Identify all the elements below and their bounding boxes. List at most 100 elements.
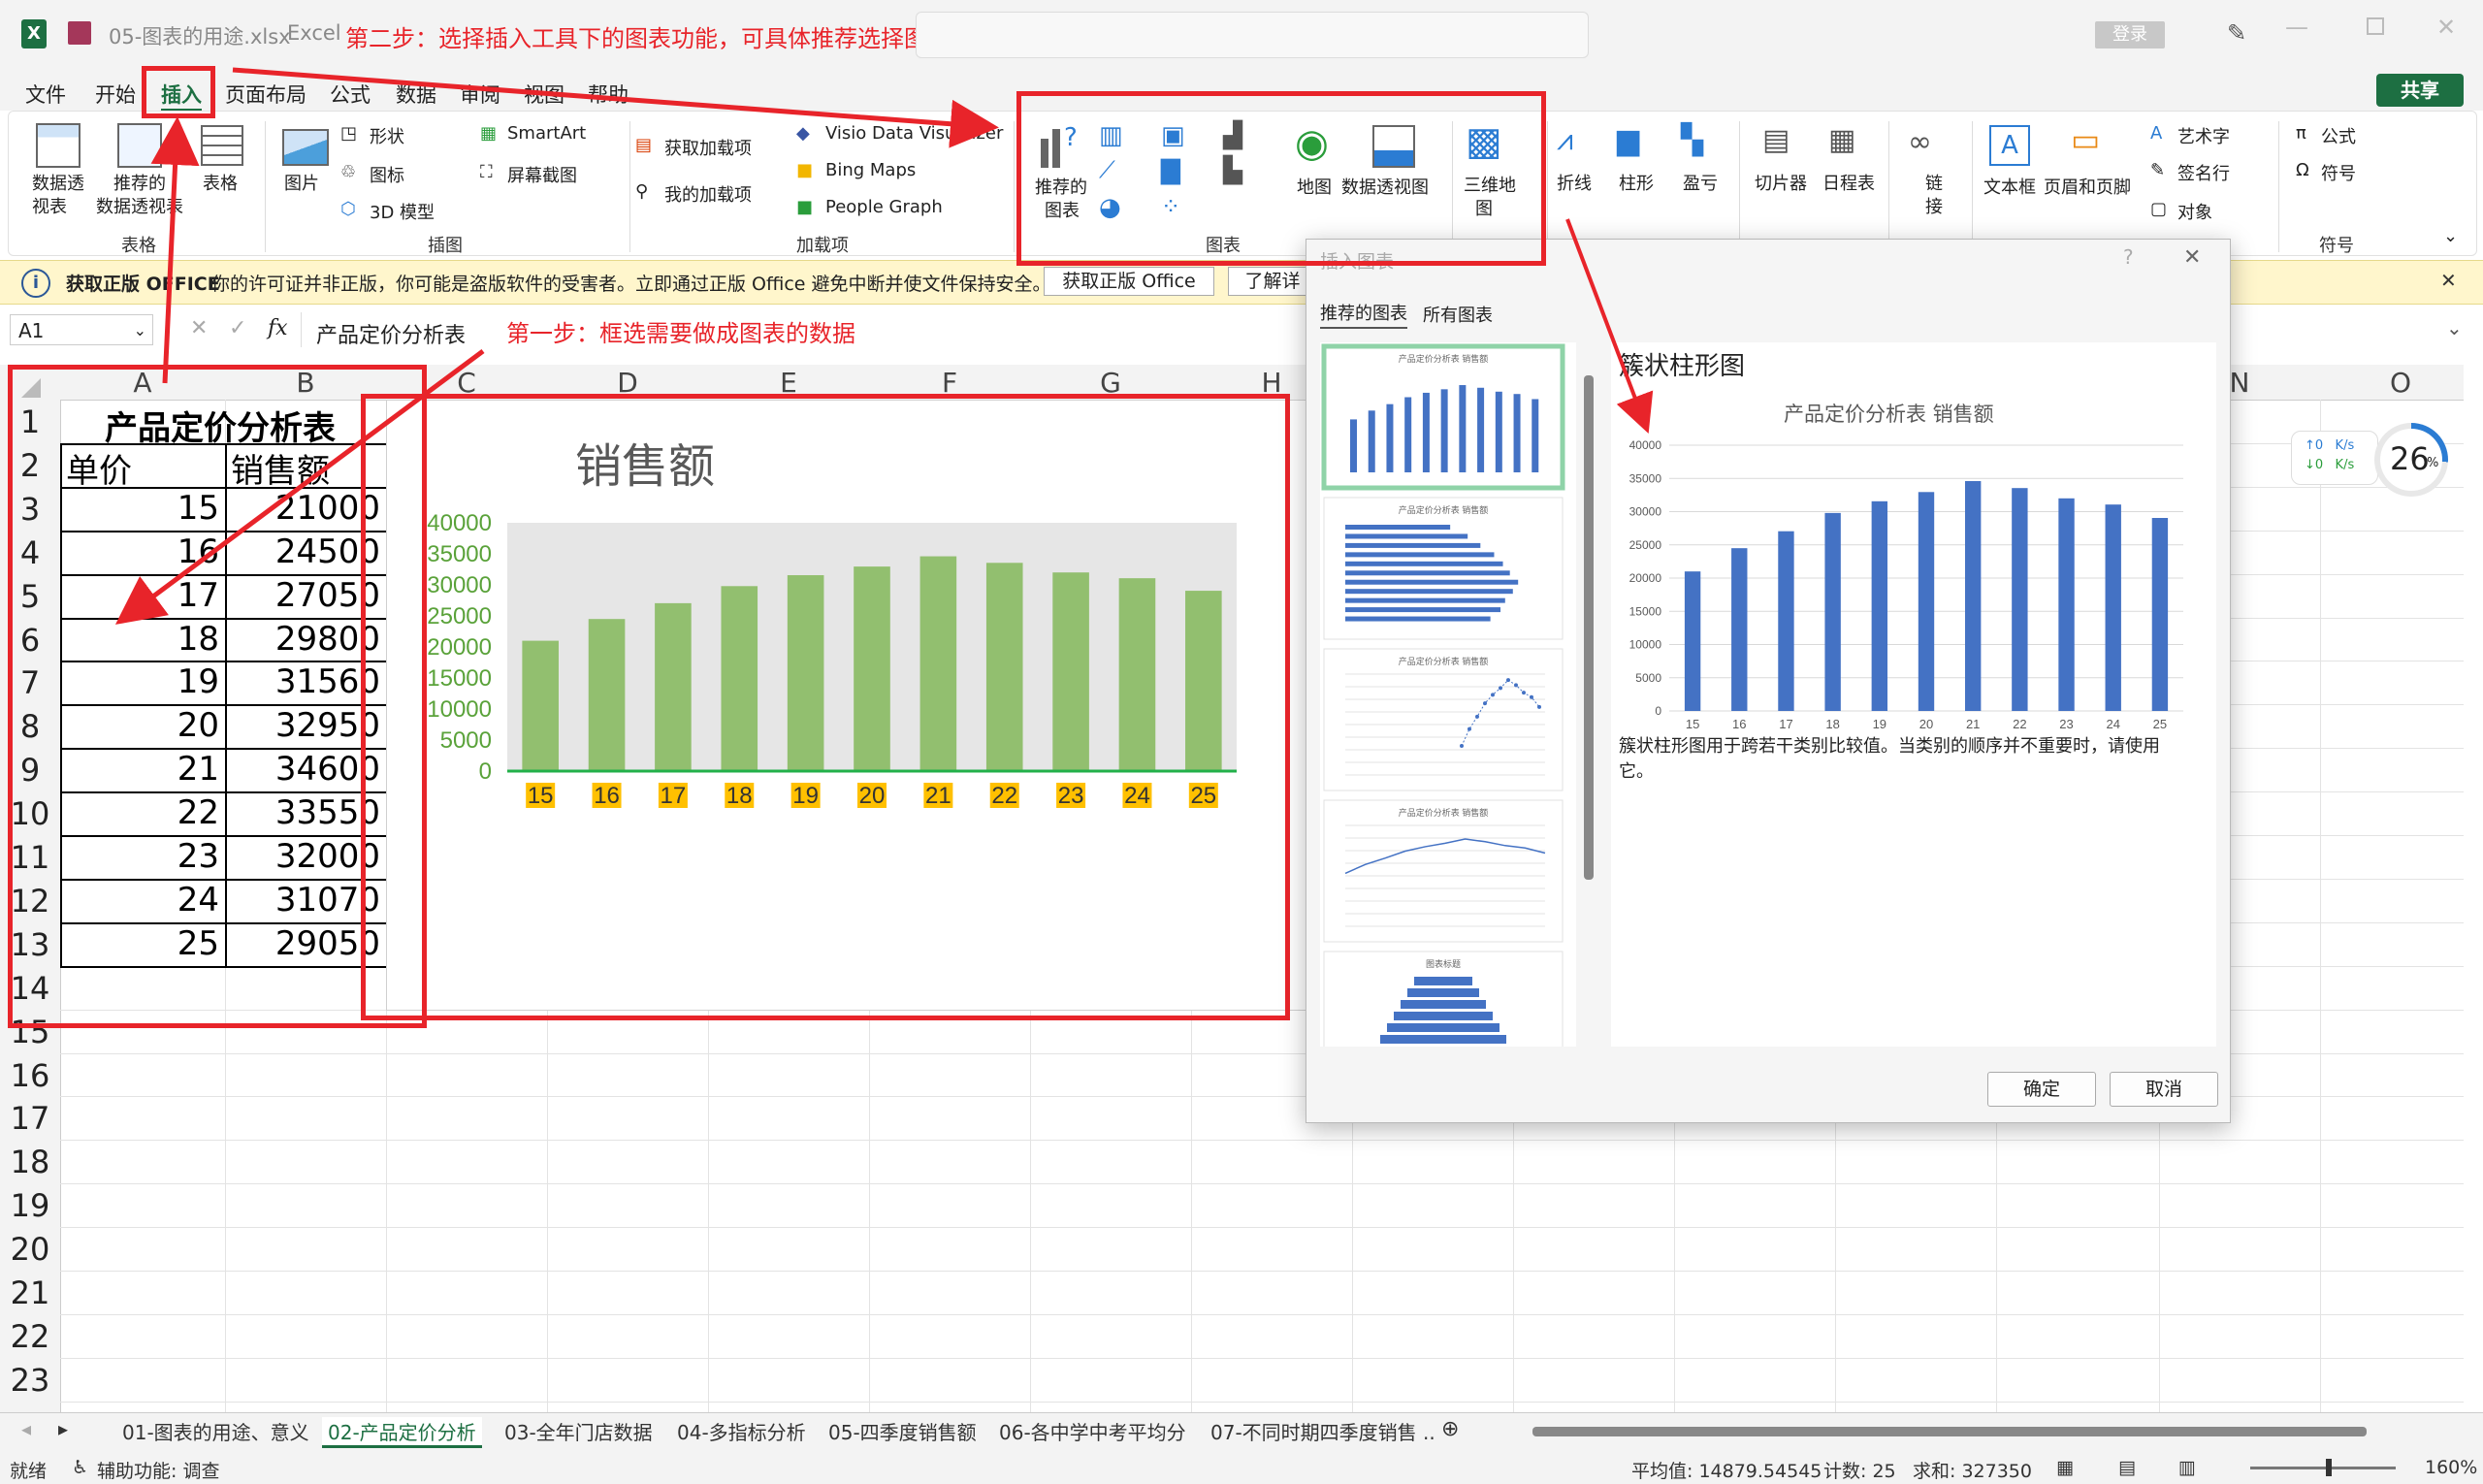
- get-addins-label[interactable]: 获取加载项: [664, 135, 752, 160]
- icons-label[interactable]: 图标: [370, 162, 404, 187]
- sparkline-winloss-label[interactable]: 盈亏: [1683, 170, 1718, 195]
- sheet-tab-active[interactable]: 02-产品定价分析: [322, 1417, 482, 1448]
- tab-help[interactable]: 帮助: [588, 80, 629, 109]
- pivot-table-icon[interactable]: [36, 123, 81, 168]
- people-graph-icon[interactable]: ■: [796, 197, 813, 217]
- link-icon[interactable]: ∞: [1908, 125, 1932, 159]
- cube-3d-icon[interactable]: ⬡: [340, 199, 356, 219]
- minimize-icon[interactable]: —: [2285, 14, 2308, 41]
- insert-function-button[interactable]: fx: [268, 316, 288, 340]
- learn-more-button[interactable]: 了解详: [1228, 267, 1317, 296]
- sparkline-column-label[interactable]: 柱形: [1619, 170, 1654, 195]
- textbox-icon[interactable]: A: [1989, 125, 2030, 166]
- symbol-label[interactable]: 符号: [2321, 160, 2356, 185]
- tab-view[interactable]: 视图: [524, 80, 564, 109]
- name-box[interactable]: A1 ⌄: [10, 314, 153, 345]
- sheet-tab[interactable]: 04-多指标分析: [677, 1417, 806, 1445]
- accessibility-icon[interactable]: ♿: [72, 1457, 88, 1478]
- chart-thumbnail[interactable]: [1323, 799, 1564, 943]
- dialog-help-icon[interactable]: ?: [2123, 245, 2134, 269]
- table-icon[interactable]: [201, 125, 243, 166]
- login-button[interactable]: 登录: [2095, 21, 2165, 48]
- object-icon[interactable]: ▢: [2150, 199, 2167, 219]
- icons-icon[interactable]: ♲: [340, 162, 356, 182]
- name-box-chevron-icon[interactable]: ⌄: [134, 315, 146, 346]
- cancel-button[interactable]: 取消: [2110, 1072, 2218, 1107]
- link-label-1[interactable]: 链: [1925, 170, 1943, 195]
- sheet-tab[interactable]: 03-全年门店数据: [504, 1417, 653, 1445]
- people-graph-label[interactable]: People Graph: [825, 197, 943, 217]
- sheet-next-icon[interactable]: ▸: [58, 1417, 68, 1440]
- slicer-label[interactable]: 切片器: [1755, 170, 1807, 195]
- signature-icon[interactable]: ✎: [2150, 160, 2165, 180]
- sparkline-column-icon[interactable]: ▆: [1617, 123, 1639, 157]
- sheet-tab[interactable]: 07-不同时期四季度销售 ...: [1210, 1417, 1434, 1445]
- signature-label[interactable]: 签名行: [2177, 160, 2230, 185]
- bing-maps-icon[interactable]: ■: [796, 160, 813, 180]
- visio-label[interactable]: Visio Data Visualizer: [825, 123, 1003, 144]
- wordart-icon[interactable]: A: [2150, 123, 2162, 144]
- share-button[interactable]: 共享: [2376, 74, 2464, 107]
- normal-view-icon[interactable]: ▦: [2056, 1457, 2074, 1478]
- thumbnail-list[interactable]: 产品定价分析表 销售额 产品定价分析表 销售额 产品定价分析表 销售额 产品定价分析表…: [1320, 342, 1576, 1047]
- my-addins-icon[interactable]: ⚲: [635, 181, 648, 202]
- model3d-label[interactable]: 3D 模型: [370, 199, 435, 224]
- pen-icon[interactable]: ✎: [2227, 19, 2246, 47]
- page-layout-icon[interactable]: ▤: [2118, 1457, 2136, 1478]
- equation-icon[interactable]: π: [2296, 123, 2306, 144]
- chart-thumbnail[interactable]: [1323, 648, 1564, 791]
- close-icon[interactable]: ✕: [2436, 14, 2456, 41]
- collapse-ribbon-icon[interactable]: ⌄: [2443, 226, 2458, 246]
- tab-page-layout[interactable]: 页面布局: [225, 80, 306, 109]
- restore-icon[interactable]: [2367, 17, 2384, 35]
- tab-review[interactable]: 审阅: [460, 80, 500, 109]
- textbox-label[interactable]: 文本框: [1983, 174, 2036, 199]
- my-addins-label[interactable]: 我的加载项: [664, 181, 752, 207]
- sparkline-line-icon[interactable]: ⩘: [1557, 123, 1573, 157]
- shapes-label[interactable]: 形状: [370, 123, 404, 148]
- horizontal-scrollbar[interactable]: [1532, 1427, 2367, 1436]
- sheet-tab[interactable]: 05-四季度销售额: [828, 1417, 977, 1445]
- smartart-label[interactable]: SmartArt: [507, 123, 586, 144]
- expand-formula-icon[interactable]: ⌄: [2446, 316, 2463, 339]
- page-break-icon[interactable]: ▥: [2178, 1457, 2196, 1478]
- get-addins-icon[interactable]: ▤: [635, 135, 652, 155]
- equation-label[interactable]: 公式: [2321, 123, 2356, 148]
- tab-recommended-charts[interactable]: 推荐的图表: [1320, 300, 1407, 329]
- accessibility-status[interactable]: 辅助功能: 调查: [97, 1457, 219, 1483]
- screenshot-icon[interactable]: ⛶: [480, 162, 493, 182]
- sheet-tab[interactable]: 01-图表的用途、意义: [122, 1417, 309, 1445]
- confirm-entry-icon[interactable]: ✓: [229, 316, 246, 340]
- recommended-pivot-icon[interactable]: [117, 123, 162, 168]
- bing-maps-label[interactable]: Bing Maps: [825, 160, 916, 180]
- add-sheet-icon[interactable]: ⊕: [1441, 1417, 1459, 1441]
- slicer-icon[interactable]: ▤: [1762, 123, 1790, 157]
- tab-data[interactable]: 数据: [396, 80, 436, 109]
- zoom-slider[interactable]: [2250, 1467, 2396, 1469]
- header-footer-label[interactable]: 页眉和页脚: [2044, 174, 2131, 199]
- tab-home[interactable]: 开始: [95, 80, 136, 109]
- object-label[interactable]: 对象: [2177, 199, 2212, 224]
- tab-formulas[interactable]: 公式: [330, 80, 371, 109]
- sparkline-winloss-icon[interactable]: ▚: [1681, 123, 1703, 157]
- screenshot-label[interactable]: 屏幕截图: [507, 162, 577, 187]
- tab-all-charts[interactable]: 所有图表: [1423, 302, 1493, 327]
- zoom-slider-thumb[interactable]: [2326, 1459, 2332, 1476]
- save-icon[interactable]: [68, 21, 91, 45]
- sheet-tab[interactable]: 06-各中学中考平均分: [999, 1417, 1186, 1445]
- get-genuine-button[interactable]: 获取正版 Office: [1044, 267, 1214, 296]
- tab-file[interactable]: 文件: [25, 80, 66, 109]
- thumbnail-scrollbar[interactable]: [1584, 375, 1594, 880]
- shapes-icon[interactable]: ◳: [340, 123, 357, 144]
- sheet-prev-icon[interactable]: ◂: [21, 1417, 31, 1440]
- timeline-label[interactable]: 日程表: [1822, 170, 1875, 195]
- zoom-level[interactable]: 160%: [2425, 1457, 2477, 1478]
- visio-icon[interactable]: ◆: [796, 123, 810, 144]
- picture-icon[interactable]: [282, 129, 329, 166]
- smartart-icon[interactable]: ▦: [480, 123, 497, 144]
- symbol-icon[interactable]: Ω: [2296, 160, 2309, 180]
- infobar-close-icon[interactable]: ✕: [2440, 269, 2457, 292]
- link-label-2[interactable]: 接: [1925, 193, 1943, 218]
- sparkline-line-label[interactable]: 折线: [1557, 170, 1592, 195]
- cancel-entry-icon[interactable]: ✕: [190, 316, 208, 340]
